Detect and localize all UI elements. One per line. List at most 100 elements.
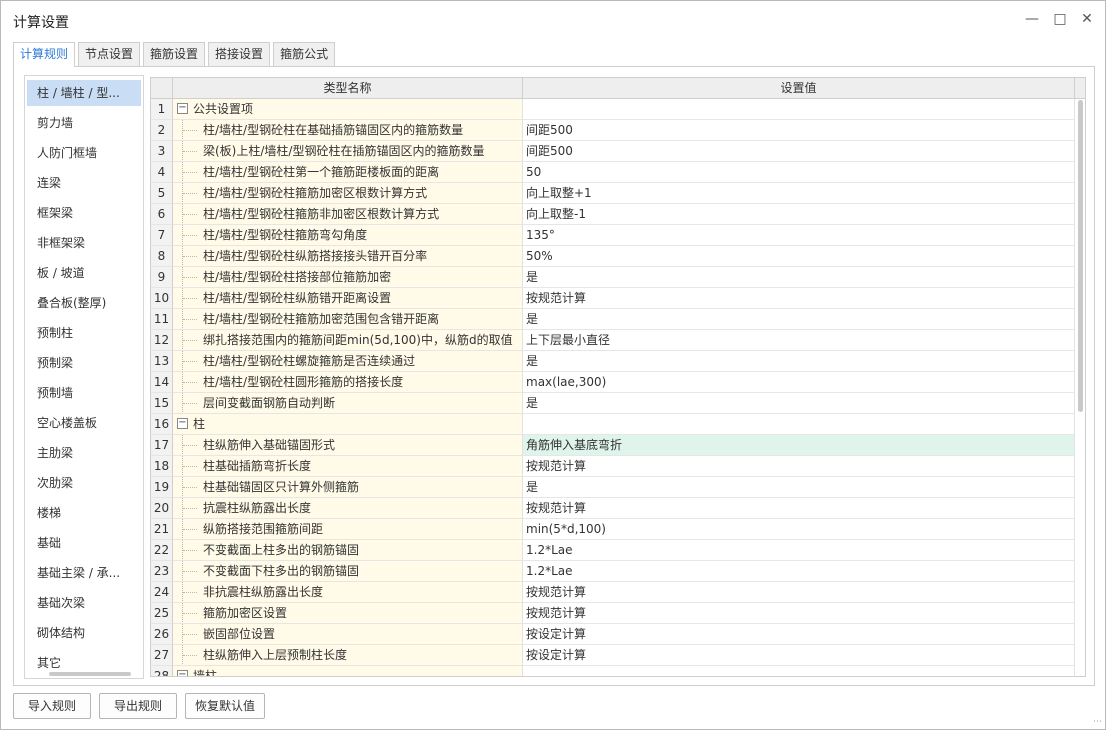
setting-value-cell[interactable]: 按规范计算 bbox=[523, 582, 1075, 603]
setting-value-cell[interactable]: 50 bbox=[523, 162, 1075, 183]
row-number: 19 bbox=[151, 477, 173, 498]
collapse-icon[interactable]: − bbox=[177, 418, 188, 429]
table-row[interactable]: 24 非抗震柱纵筋露出长度 按规范计算 bbox=[151, 582, 1075, 603]
tab-2[interactable]: 节点设置 bbox=[78, 42, 141, 66]
table-row[interactable]: 22 不变截面上柱多出的钢筋锚固 1.2*Lae bbox=[151, 540, 1075, 561]
table-row[interactable]: 26 嵌固部位设置 按设定计算 bbox=[151, 624, 1075, 645]
tree-branch-line bbox=[183, 298, 197, 299]
sidebar-item[interactable]: 主肋梁 bbox=[27, 440, 141, 466]
table-row[interactable]: 3 梁(板)上柱/墙柱/型钢砼柱在插筋锚固区内的箍筋数量 间距500 bbox=[151, 141, 1075, 162]
type-name-cell: 柱/墙柱/型钢砼柱箍筋非加密区根数计算方式 bbox=[173, 204, 523, 225]
setting-value-cell[interactable]: max(lae,300) bbox=[523, 372, 1075, 393]
setting-value-cell[interactable] bbox=[523, 99, 1075, 120]
sidebar-item[interactable]: 人防门框墙 bbox=[27, 140, 141, 166]
table-row[interactable]: 9 柱/墙柱/型钢砼柱搭接部位箍筋加密 是 bbox=[151, 267, 1075, 288]
setting-value-cell[interactable]: 1.2*Lae bbox=[523, 561, 1075, 582]
sidebar-item[interactable]: 预制柱 bbox=[27, 320, 141, 346]
sidebar-item[interactable]: 砌体结构 bbox=[27, 620, 141, 646]
table-row[interactable]: 5 柱/墙柱/型钢砼柱箍筋加密区根数计算方式 向上取整+1 bbox=[151, 183, 1075, 204]
sidebar-item[interactable]: 连梁 bbox=[27, 170, 141, 196]
sidebar-item[interactable]: 叠合板(整厚) bbox=[27, 290, 141, 316]
setting-value-cell[interactable]: 向上取整-1 bbox=[523, 204, 1075, 225]
table-row[interactable]: 2 柱/墙柱/型钢砼柱在基础插筋锚固区内的箍筋数量 间距500 bbox=[151, 120, 1075, 141]
setting-value-cell[interactable]: 上下层最小直径 bbox=[523, 330, 1075, 351]
table-row[interactable]: 18 柱基础插筋弯折长度 按规范计算 bbox=[151, 456, 1075, 477]
sidebar-item[interactable]: 基础 bbox=[27, 530, 141, 556]
setting-value-cell[interactable]: 50% bbox=[523, 246, 1075, 267]
import-rules-button[interactable]: 导入规则 bbox=[13, 693, 91, 719]
sidebar-horizontal-scrollbar[interactable] bbox=[49, 672, 131, 676]
table-row[interactable]: 20 抗震柱纵筋露出长度 按规范计算 bbox=[151, 498, 1075, 519]
sidebar-item[interactable]: 预制梁 bbox=[27, 350, 141, 376]
setting-value-cell[interactable]: 是 bbox=[523, 309, 1075, 330]
table-row[interactable]: 13 柱/墙柱/型钢砼柱螺旋箍筋是否连续通过 是 bbox=[151, 351, 1075, 372]
table-row[interactable]: 6 柱/墙柱/型钢砼柱箍筋非加密区根数计算方式 向上取整-1 bbox=[151, 204, 1075, 225]
group-row[interactable]: 28− 墙柱 bbox=[151, 666, 1075, 676]
setting-value-cell[interactable]: 间距500 bbox=[523, 141, 1075, 162]
setting-value-cell[interactable]: 135° bbox=[523, 225, 1075, 246]
group-row[interactable]: 1− 公共设置项 bbox=[151, 99, 1075, 120]
collapse-icon[interactable]: − bbox=[177, 670, 188, 676]
table-row[interactable]: 14 柱/墙柱/型钢砼柱圆形箍筋的搭接长度 max(lae,300) bbox=[151, 372, 1075, 393]
sidebar-item[interactable]: 空心楼盖板 bbox=[27, 410, 141, 436]
table-row[interactable]: 4 柱/墙柱/型钢砼柱第一个箍筋距楼板面的距离 50 bbox=[151, 162, 1075, 183]
setting-value-cell[interactable]: 间距500 bbox=[523, 120, 1075, 141]
setting-value-cell[interactable]: 按规范计算 bbox=[523, 603, 1075, 624]
sidebar-item[interactable]: 板 / 坡道 bbox=[27, 260, 141, 286]
setting-value-cell[interactable]: 按规范计算 bbox=[523, 498, 1075, 519]
group-row[interactable]: 16− 柱 bbox=[151, 414, 1075, 435]
table-row[interactable]: 7 柱/墙柱/型钢砼柱箍筋弯勾角度 135° bbox=[151, 225, 1075, 246]
setting-value-cell[interactable]: 向上取整+1 bbox=[523, 183, 1075, 204]
setting-value-cell[interactable]: 角筋伸入基底弯折 bbox=[523, 435, 1075, 456]
setting-value-cell[interactable]: 按规范计算 bbox=[523, 456, 1075, 477]
setting-value-cell[interactable]: 是 bbox=[523, 351, 1075, 372]
table-row[interactable]: 17 柱纵筋伸入基础锚固形式 角筋伸入基底弯折 bbox=[151, 435, 1075, 456]
title-bar: 计算设置 — □ ✕ bbox=[1, 1, 1105, 39]
setting-value-cell[interactable]: 1.2*Lae bbox=[523, 540, 1075, 561]
sidebar-item[interactable]: 剪力墙 bbox=[27, 110, 141, 136]
setting-value-cell[interactable]: 按设定计算 bbox=[523, 624, 1075, 645]
table-row[interactable]: 15 层间变截面钢筋自动判断 是 bbox=[151, 393, 1075, 414]
sidebar-item[interactable]: 预制墙 bbox=[27, 380, 141, 406]
setting-value-cell[interactable]: 是 bbox=[523, 477, 1075, 498]
table-row[interactable]: 8 柱/墙柱/型钢砼柱纵筋搭接接头错开百分率 50% bbox=[151, 246, 1075, 267]
sidebar-item[interactable]: 柱 / 墙柱 / 型... bbox=[27, 80, 141, 106]
row-number: 13 bbox=[151, 351, 173, 372]
setting-value-cell[interactable] bbox=[523, 666, 1075, 676]
setting-value-cell[interactable] bbox=[523, 414, 1075, 435]
tab-4[interactable]: 搭接设置 bbox=[208, 42, 271, 66]
table-row[interactable]: 23 不变截面下柱多出的钢筋锚固 1.2*Lae bbox=[151, 561, 1075, 582]
row-number: 27 bbox=[151, 645, 173, 666]
setting-value-cell[interactable]: 按设定计算 bbox=[523, 645, 1075, 666]
tab-5[interactable]: 箍筋公式 bbox=[273, 42, 336, 66]
tree-branch-line bbox=[183, 487, 197, 488]
close-icon[interactable]: ✕ bbox=[1079, 11, 1095, 27]
table-row[interactable]: 21 纵筋搭接范围箍筋间距 min(5*d,100) bbox=[151, 519, 1075, 540]
sidebar-item[interactable]: 次肋梁 bbox=[27, 470, 141, 496]
minimize-icon[interactable]: — bbox=[1024, 11, 1040, 27]
type-name-cell: 柱/墙柱/型钢砼柱搭接部位箍筋加密 bbox=[173, 267, 523, 288]
sidebar-item[interactable]: 框架梁 bbox=[27, 200, 141, 226]
resize-grip-icon[interactable]: ⋯ bbox=[1093, 717, 1103, 727]
setting-value-cell[interactable]: min(5*d,100) bbox=[523, 519, 1075, 540]
setting-value-cell[interactable]: 是 bbox=[523, 267, 1075, 288]
table-row[interactable]: 12 绑扎搭接范围内的箍筋间距min(5d,100)中，纵筋d的取值 上下层最小直径 bbox=[151, 330, 1075, 351]
table-row[interactable]: 19 柱基础锚固区只计算外侧箍筋 是 bbox=[151, 477, 1075, 498]
sidebar-item[interactable]: 非框架梁 bbox=[27, 230, 141, 256]
export-rules-button[interactable]: 导出规则 bbox=[99, 693, 177, 719]
restore-defaults-button[interactable]: 恢复默认值 bbox=[185, 693, 265, 719]
setting-value-cell[interactable]: 按规范计算 bbox=[523, 288, 1075, 309]
sidebar-item[interactable]: 基础主梁 / 承... bbox=[27, 560, 141, 586]
table-row[interactable]: 11 柱/墙柱/型钢砼柱箍筋加密范围包含错开距离 是 bbox=[151, 309, 1075, 330]
collapse-icon[interactable]: − bbox=[177, 103, 188, 114]
sidebar-item[interactable]: 楼梯 bbox=[27, 500, 141, 526]
setting-value-cell[interactable]: 是 bbox=[523, 393, 1075, 414]
tab-1[interactable]: 计算规则 bbox=[13, 42, 76, 67]
grid-vertical-scrollbar[interactable] bbox=[1078, 100, 1083, 412]
table-row[interactable]: 25 箍筋加密区设置 按规范计算 bbox=[151, 603, 1075, 624]
tab-3[interactable]: 箍筋设置 bbox=[143, 42, 206, 66]
sidebar-item[interactable]: 基础次梁 bbox=[27, 590, 141, 616]
table-row[interactable]: 27 柱纵筋伸入上层预制柱长度 按设定计算 bbox=[151, 645, 1075, 666]
maximize-icon[interactable]: □ bbox=[1052, 11, 1068, 27]
table-row[interactable]: 10 柱/墙柱/型钢砼柱纵筋错开距离设置 按规范计算 bbox=[151, 288, 1075, 309]
